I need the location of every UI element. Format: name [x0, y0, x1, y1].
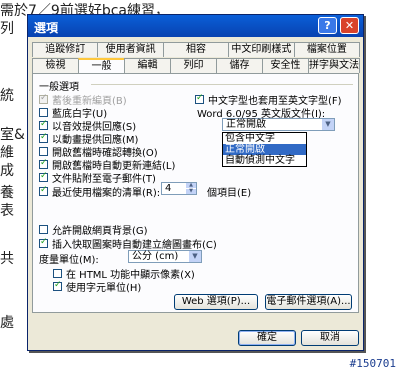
- tab-security[interactable]: 安全性: [262, 58, 309, 73]
- recent-files-spinner[interactable]: 4 ▲ ▼: [161, 182, 197, 195]
- doc-line: 列: [0, 21, 14, 37]
- doc-line: 成: [0, 163, 14, 179]
- doc-line: 養: [0, 185, 14, 201]
- email-options-button[interactable]: 電子郵件選項(A)...: [265, 294, 352, 310]
- tab-spelling-grammar[interactable]: 拼字與文法: [308, 58, 360, 73]
- ok-button[interactable]: 確定: [238, 330, 296, 346]
- recent-files-suffix: 個項目(E): [207, 188, 252, 199]
- group-divider: [91, 84, 353, 85]
- general-panel: 一般選項 蓄後重新編頁(B) 藍底白字(U) 以音效提供回應(S) 以動畫提供回…: [32, 73, 359, 313]
- select-value: 正常開啟: [226, 119, 266, 130]
- dropdown-option[interactable]: 自動偵測中文字: [223, 155, 306, 166]
- option-label: 文件貼附至電子郵件(T): [52, 174, 156, 185]
- tab-print[interactable]: 列印: [170, 58, 217, 73]
- checkbox[interactable]: [39, 147, 48, 156]
- doc-line: 統: [0, 88, 14, 104]
- checkbox[interactable]: [195, 93, 204, 104]
- checkbox[interactable]: [39, 158, 48, 169]
- checkbox[interactable]: [39, 132, 48, 143]
- tab-track-changes[interactable]: 追蹤修訂: [32, 42, 99, 57]
- dropdown-option-selected[interactable]: 正常開啟: [223, 144, 306, 155]
- doc-line: 表: [0, 203, 14, 219]
- checkbox[interactable]: [39, 93, 48, 104]
- tab-row-front: 檢視 一般 編輯 列印 儲存 安全性 拼字與文法: [32, 58, 360, 73]
- spin-down-icon[interactable]: ▼: [186, 189, 196, 194]
- tab-chinese-typography[interactable]: 中文印刷樣式: [228, 42, 295, 57]
- close-button[interactable]: ✕: [340, 17, 359, 34]
- doc-line: 處: [0, 315, 14, 331]
- checkbox[interactable]: [39, 237, 48, 248]
- word-file-dropdown-list: 包含中文字 正常開啟 自動偵測中文字: [222, 132, 307, 167]
- tab-edit[interactable]: 編輯: [124, 58, 171, 73]
- tab-user-info[interactable]: 使用者資訊: [97, 42, 164, 57]
- checkbox[interactable]: [53, 280, 62, 291]
- checkbox[interactable]: [39, 225, 48, 234]
- doc-line: 室&: [0, 127, 25, 143]
- dialog-title: 選項: [34, 21, 59, 35]
- measure-label: 度量單位(M):: [39, 255, 99, 266]
- tab-view[interactable]: 檢視: [32, 58, 79, 73]
- option-label: 插入快取圖案時自動建立繪圖畫布(C): [52, 240, 217, 251]
- measure-unit-select[interactable]: 公分 (cm) ▼: [128, 250, 202, 263]
- option-character-units[interactable]: 使用字元單位(H): [53, 279, 141, 294]
- select-value: 公分 (cm): [132, 251, 179, 262]
- tab-row-back: 追蹤修訂 使用者資訊 相容 中文印刷樣式 檔案位置: [32, 42, 361, 57]
- watermark: #150701: [349, 357, 396, 370]
- cancel-button[interactable]: 取消: [301, 330, 359, 346]
- option-web-background[interactable]: 允許開啟網頁背景(G): [39, 222, 148, 237]
- tab-strip: 追蹤修訂 使用者資訊 相容 中文印刷樣式 檔案位置 檢視 一般 編輯 列印 儲存…: [32, 42, 361, 73]
- checkbox[interactable]: [39, 108, 48, 117]
- chevron-down-icon[interactable]: ▼: [189, 251, 201, 262]
- web-options-button[interactable]: Web 選項(P)...: [174, 294, 258, 310]
- option-recent-files[interactable]: 最近使用檔案的清單(R):: [39, 184, 160, 199]
- tab-general[interactable]: 一般: [78, 58, 125, 73]
- tab-file-locations[interactable]: 檔案位置: [293, 42, 361, 57]
- tab-compatibility[interactable]: 相容: [162, 42, 230, 57]
- help-button[interactable]: ?: [318, 17, 337, 34]
- options-dialog: 選項 ? ✕ 追蹤修訂 使用者資訊 相容 中文印刷樣式 檔案位置 檢視 一般 編…: [27, 14, 364, 351]
- option-label: 使用字元單位(H): [66, 283, 142, 294]
- chevron-down-icon[interactable]: ▼: [322, 119, 334, 130]
- option-drawing-canvas[interactable]: 插入快取圖案時自動建立繪圖畫布(C): [39, 236, 217, 251]
- tab-save[interactable]: 儲存: [216, 58, 263, 73]
- option-label: 允許開啟網頁背景(G): [52, 226, 148, 237]
- doc-line: 維: [0, 145, 14, 161]
- option-label: 最近使用檔案的清單(R):: [52, 188, 161, 199]
- checkbox[interactable]: [39, 119, 48, 130]
- doc-line: 共: [0, 251, 14, 267]
- word-file-select[interactable]: 正常開啟 ▼: [222, 118, 335, 131]
- option-mail-attachment[interactable]: 文件貼附至電子郵件(T): [39, 170, 156, 185]
- checkbox[interactable]: [53, 269, 62, 278]
- spinner-value: 4: [165, 183, 172, 194]
- dropdown-option[interactable]: 包含中文字: [223, 133, 306, 144]
- checkbox[interactable]: [39, 185, 48, 196]
- group-label: 一般選項: [39, 82, 79, 93]
- title-bar[interactable]: 選項 ? ✕: [28, 15, 363, 37]
- checkbox[interactable]: [39, 171, 48, 182]
